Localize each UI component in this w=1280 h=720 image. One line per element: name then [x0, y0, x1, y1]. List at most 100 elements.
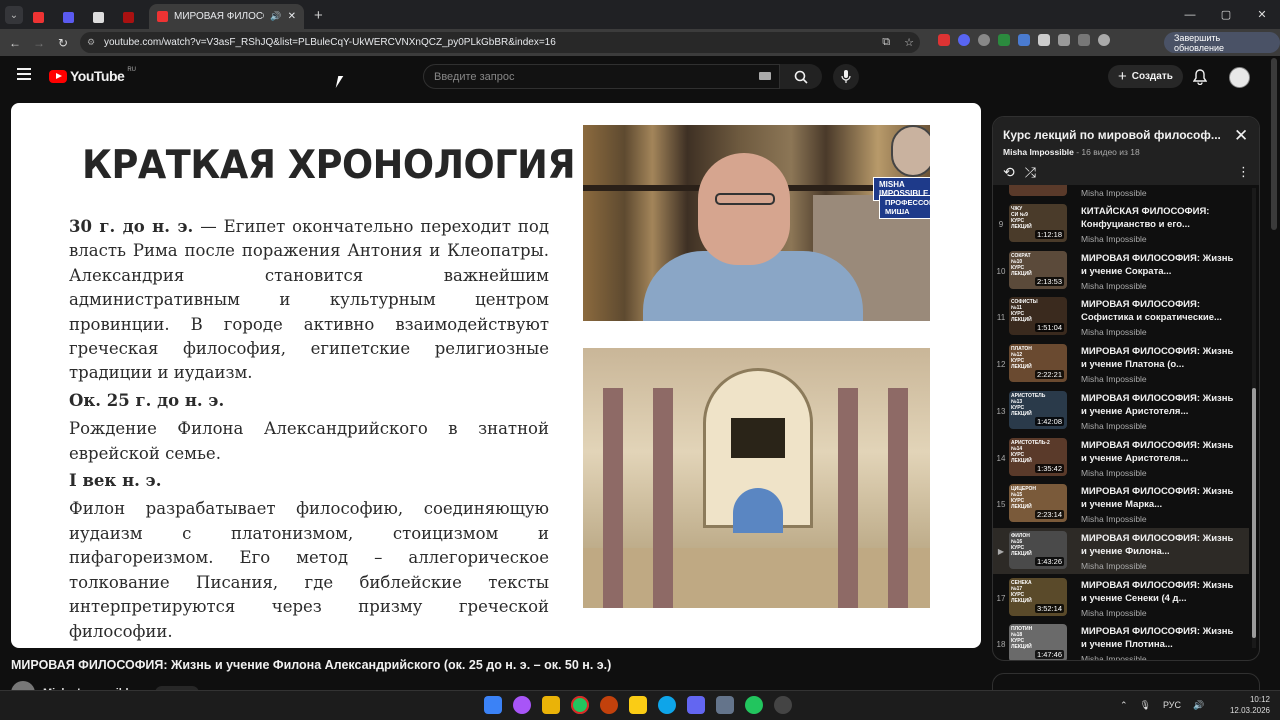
tab-2[interactable] [53, 5, 83, 29]
voice-search-button[interactable] [833, 64, 859, 90]
row-index: 9 [998, 220, 1004, 229]
file-explorer-icon[interactable] [542, 696, 560, 714]
app-icon[interactable] [774, 696, 792, 714]
extension-icon[interactable] [1018, 34, 1030, 46]
presenter-face [698, 153, 790, 265]
forward-button[interactable]: → [27, 36, 51, 50]
extension-icon[interactable] [938, 34, 950, 46]
video-title: МИРОВАЯ ФИЛОСОФИЯ: Жизнь и учение Филона… [11, 658, 612, 672]
scrollbar-thumb[interactable] [1252, 388, 1256, 638]
playlist-scrollbar[interactable] [1252, 188, 1256, 648]
row-title: КИТАЙСКАЯ ФИЛОСОФИЯ: Конфуцианство и его… [1081, 206, 1210, 230]
create-button[interactable]: + Создать [1108, 65, 1183, 88]
extension-icon[interactable] [958, 34, 970, 46]
playlist-row[interactable]: 17 СЕНЕКА №17 КУРС ЛЕКЦИЙ 3:52:14 МИРОВАЯ Ф… [993, 575, 1249, 621]
cast-icon[interactable]: ⧉ [882, 36, 890, 49]
chrome-icon[interactable] [571, 696, 589, 714]
new-tab-button[interactable]: + [314, 7, 323, 24]
extension-icon[interactable] [1038, 34, 1050, 46]
playlist-row[interactable]: 18 ПЛОТИН №18 КУРС ЛЕКЦИЙ 1:47:46 МИРОВАЯ Ф… [993, 621, 1249, 660]
bookmark-star-icon[interactable]: ☆ [904, 36, 914, 49]
video-player[interactable]: КРАТКАЯ ХРОНОЛОГИЯ 30 г. до н. э. — Егип… [11, 103, 981, 648]
close-window-button[interactable]: ✕ [1244, 0, 1280, 29]
site-info-icon[interactable]: ⚙ [87, 37, 95, 48]
windows-start-icon[interactable] [484, 696, 502, 714]
media-icon[interactable] [1078, 34, 1090, 46]
tab-4[interactable] [113, 5, 143, 29]
extension-icon[interactable] [978, 34, 990, 46]
site-favicon-icon [92, 11, 104, 23]
playlist-row-partial[interactable]: Misha Impossible [993, 185, 1249, 201]
menu-hamburger-icon[interactable] [17, 68, 31, 80]
tray-chevron-icon[interactable]: ⌃ [1120, 700, 1128, 711]
row-channel: Misha Impossible [1081, 280, 1147, 291]
row-index: 10 [996, 266, 1006, 276]
extension-icon[interactable] [998, 34, 1010, 46]
playlist-more-icon[interactable]: ⋮ [1237, 164, 1250, 180]
playlist-row[interactable]: 15 ЦИЦЕРОН №15 КУРС ЛЕКЦИЙ 2:23:14 МИРОВАЯ … [993, 481, 1249, 527]
page-scrollbar[interactable] [1271, 58, 1277, 230]
playlist-row[interactable]: 9 ЧЖУ СИ №9 КУРС ЛЕКЦИЙ 1:12:18 КИТАЙСКАЯ Ф… [993, 201, 1249, 247]
tab-title: МИРОВАЯ ФИЛОСОФИЯ: Ж [174, 11, 264, 22]
channel-brand-sublabel: ПРОФЕССОР МИША [879, 195, 930, 219]
video-thumbnail: АРИСТОТЕЛЬ-2 №14 КУРС ЛЕКЦИЙ 1:35:42 [1009, 437, 1067, 476]
tab-close-icon[interactable]: ✕ [288, 11, 296, 22]
playlist-row[interactable]: 14 АРИСТОТЕЛЬ-2 №14 КУРС ЛЕКЦИЙ 1:35:42 МИР… [993, 435, 1249, 481]
tab-3[interactable] [83, 5, 113, 29]
mic-tray-icon[interactable]: 🎙 [1140, 700, 1151, 711]
maximize-button[interactable]: ▢ [1208, 0, 1244, 29]
thumbnail-label: ЧЖУ СИ №9 КУРС ЛЕКЦИЙ [1011, 206, 1032, 230]
youtube-favicon-icon [32, 11, 44, 23]
system-clock[interactable]: 10:12 12.03.2026 [1228, 694, 1270, 716]
slide-date-1: 30 г. до н. э. [69, 217, 194, 236]
row-channel: Misha Impossible [1081, 327, 1147, 338]
minimize-button[interactable]: — [1172, 0, 1208, 29]
puzzle-icon[interactable] [1058, 34, 1070, 46]
row-index: 17 [996, 593, 1006, 603]
tab-search-button[interactable]: ⌄ [5, 6, 23, 24]
loop-icon[interactable]: ⟲ [1003, 164, 1015, 181]
volume-icon[interactable]: 🔊 [1193, 700, 1204, 711]
app-icon[interactable] [745, 696, 763, 714]
app-icon[interactable] [687, 696, 705, 714]
row-channel: Misha Impossible [1081, 188, 1147, 198]
video-duration: 1:35:42 [1034, 463, 1064, 473]
playlist-row[interactable]: 12 ПЛАТОН №12 КУРС ЛЕКЦИЙ 2:22:21 МИРОВАЯ Ф… [993, 341, 1249, 387]
row-channel: Misha Impossible [1081, 560, 1147, 571]
playlist-row[interactable]: 13 АРИСТОТЕЛЬ №13 КУРС ЛЕКЦИЙ 1:42:08 МИРОВ… [993, 388, 1249, 434]
reload-button[interactable]: ↻ [51, 36, 75, 50]
telegram-icon[interactable] [658, 696, 676, 714]
app-icon[interactable] [629, 696, 647, 714]
video-thumbnail: СОФИСТЫ №11 КУРС ЛЕКЦИЙ 1:51:04 [1009, 297, 1067, 336]
playlist-row[interactable]: 11 СОФИСТЫ №11 КУРС ЛЕКЦИЙ 1:51:04 МИРОВАЯ … [993, 294, 1249, 340]
playlist-title[interactable]: Курс лекций по мировой философ... [1003, 128, 1223, 142]
shuffle-icon[interactable]: ⤮ [1025, 164, 1036, 181]
playlist-row[interactable]: ▶ ФИЛОН №16 КУРС ЛЕКЦИЙ 1:43:26 МИРОВАЯ ФИЛ… [993, 527, 1249, 574]
app-icon[interactable] [600, 696, 618, 714]
account-avatar[interactable] [1229, 67, 1250, 88]
speaker-icon[interactable]: 🔊 [270, 11, 281, 22]
search-button[interactable] [780, 64, 822, 89]
app-icon[interactable] [513, 696, 531, 714]
video-thumbnail: ЦИЦЕРОН №15 КУРС ЛЕКЦИЙ 2:23:14 [1009, 484, 1067, 523]
notifications-bell-icon[interactable] [1193, 69, 1207, 85]
tab-active[interactable]: МИРОВАЯ ФИЛОСОФИЯ: Ж 🔊 ✕ [149, 4, 304, 29]
address-bar[interactable]: ⚙ youtube.com/watch?v=V3asF_RShJQ&list=P… [80, 32, 920, 53]
profile-icon[interactable] [1098, 34, 1110, 46]
site-favicon-icon [122, 11, 134, 23]
search-input[interactable]: Введите запрос [423, 64, 780, 89]
youtube-logo[interactable]: YouTube RU [49, 67, 136, 84]
back-button[interactable]: ← [3, 36, 27, 50]
country-code: RU [127, 67, 136, 73]
tab-youtube-1[interactable] [23, 5, 53, 29]
taskbar-apps [484, 696, 792, 714]
row-channel: Misha Impossible [1081, 514, 1147, 525]
app-icon[interactable] [716, 696, 734, 714]
language-indicator[interactable]: РУС [1163, 700, 1181, 711]
row-index: 11 [996, 313, 1006, 323]
playlist-row[interactable]: 10 СОКРАТ №10 КУРС ЛЕКЦИЙ 2:13:53 МИРОВАЯ Ф… [993, 248, 1249, 294]
playlist-channel[interactable]: Misha Impossible [1003, 147, 1074, 157]
close-playlist-icon[interactable]: ✕ [1234, 126, 1248, 146]
update-button[interactable]: Завершить обновление [1164, 32, 1280, 53]
keyboard-icon[interactable] [759, 72, 771, 80]
